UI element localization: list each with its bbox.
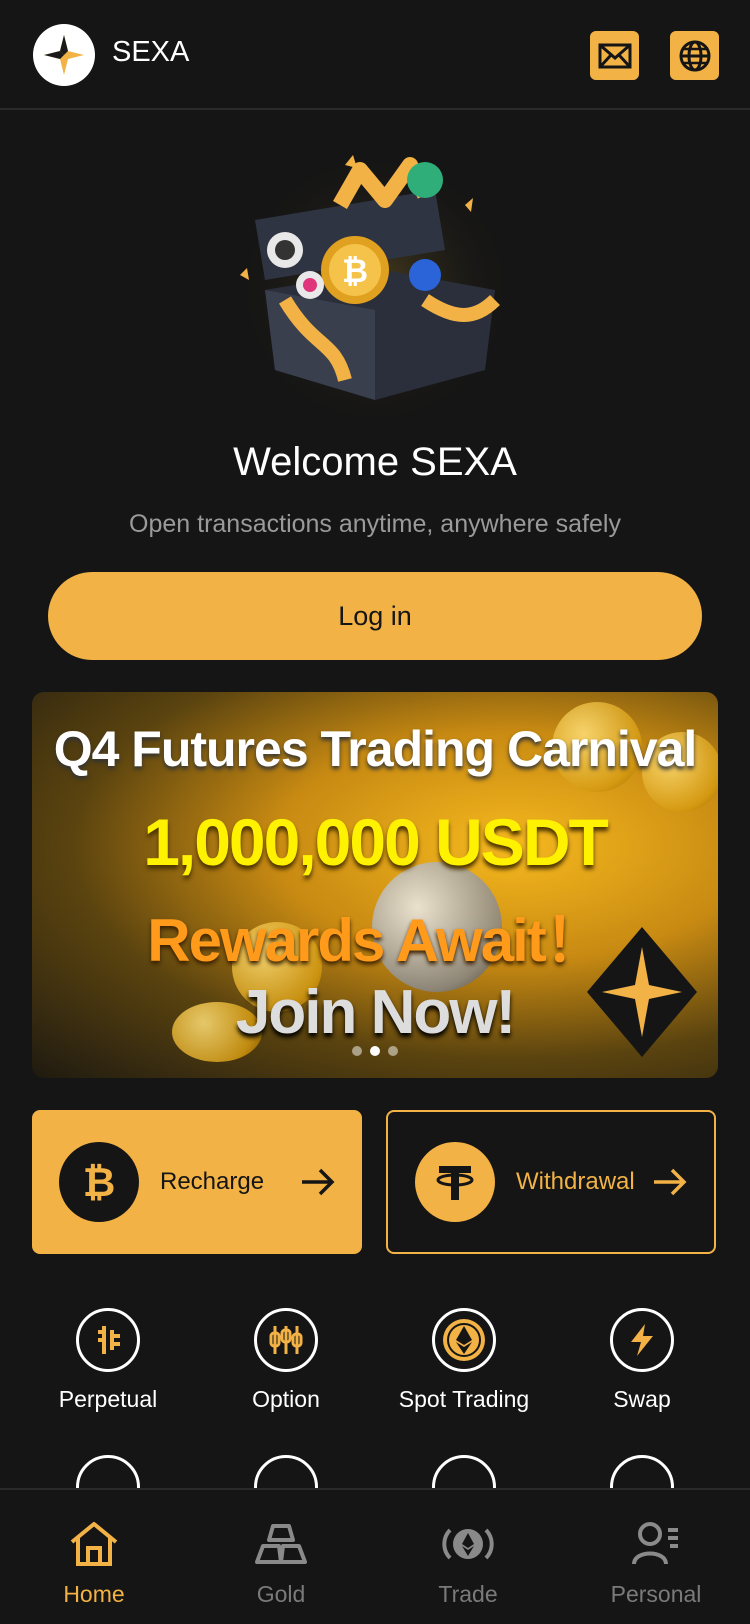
tab-label: Home — [63, 1581, 125, 1607]
feature-label: Option — [252, 1386, 320, 1412]
withdrawal-button[interactable]: Withdrawal — [386, 1110, 716, 1254]
app-logo — [33, 24, 95, 86]
tab-label: Trade — [438, 1581, 498, 1607]
recharge-button[interactable]: ₿ Recharge — [32, 1110, 362, 1254]
svg-text:₿: ₿ — [342, 252, 368, 290]
banner-amount: 1,000,000 USDT — [143, 805, 609, 879]
withdrawal-label: Withdrawal — [516, 1168, 635, 1195]
shield-icon[interactable] — [432, 1455, 496, 1488]
trade-icon — [442, 1528, 494, 1560]
feature-swap[interactable]: Swap — [553, 1308, 731, 1413]
user-icon — [632, 1522, 678, 1565]
carousel-dot-active[interactable] — [370, 1046, 380, 1056]
top-header: SEXA — [0, 0, 750, 110]
gift-box-illustration: ₿ — [235, 150, 515, 420]
tab-personal[interactable]: Personal — [586, 1520, 726, 1608]
home-icon — [70, 1522, 118, 1566]
bitcoin-icon: ₿ — [59, 1142, 139, 1222]
globe-icon — [679, 40, 710, 71]
tether-icon — [415, 1142, 495, 1222]
brand-name: SEXA — [112, 36, 190, 68]
carousel-indicator — [32, 1046, 718, 1056]
feature-label: Swap — [613, 1386, 671, 1412]
banner-headline: Q4 Futures Trading Carnival — [53, 721, 698, 777]
banner-cta: Join Now! — [235, 978, 516, 1047]
gold-bars-icon — [255, 1524, 307, 1564]
arrow-right-icon — [302, 1168, 335, 1196]
candlestick-icon — [254, 1308, 318, 1372]
carousel-dot[interactable] — [352, 1046, 362, 1056]
feature-option[interactable]: Option — [197, 1308, 375, 1413]
tab-home[interactable]: Home — [24, 1520, 164, 1608]
feature-perpetual[interactable]: Perpetual — [19, 1308, 197, 1413]
feature-label: Spot Trading — [398, 1386, 530, 1412]
login-button[interactable]: Log in — [48, 572, 702, 660]
feature-label: Perpetual — [58, 1386, 158, 1412]
tab-label: Gold — [256, 1581, 306, 1607]
welcome-title: Welcome SEXA — [233, 440, 517, 484]
envelope-icon — [598, 43, 631, 68]
mail-button[interactable] — [590, 31, 639, 80]
tab-trade[interactable]: Trade — [398, 1520, 538, 1608]
svg-text:₿: ₿ — [83, 1160, 116, 1206]
service-icon[interactable] — [610, 1455, 674, 1488]
tab-label: Personal — [610, 1581, 702, 1607]
arrow-right-icon — [654, 1168, 687, 1196]
lightning-icon — [610, 1308, 674, 1372]
feature-grid-row-2 — [0, 1450, 750, 1488]
tab-gold[interactable]: Gold — [211, 1520, 351, 1608]
ethereum-icon — [432, 1308, 496, 1372]
carousel-dot[interactable] — [388, 1046, 398, 1056]
welcome-subtitle: Open transactions anytime, anywhere safe… — [129, 510, 621, 538]
robot-icon[interactable] — [76, 1455, 140, 1488]
bottom-tab-bar: Home Gold Trade Personal — [0, 1488, 750, 1624]
perpetual-icon — [76, 1308, 140, 1372]
feature-spot-trading[interactable]: Spot Trading — [375, 1308, 553, 1413]
card-icon[interactable] — [254, 1455, 318, 1488]
language-button[interactable] — [670, 31, 719, 80]
promo-banner[interactable]: Q4 Futures Trading Carnival 1,000,000 US… — [32, 692, 718, 1078]
star-logo-icon — [44, 35, 84, 75]
banner-rewards: Rewards Await！ — [147, 907, 605, 974]
recharge-label: Recharge — [160, 1168, 265, 1195]
